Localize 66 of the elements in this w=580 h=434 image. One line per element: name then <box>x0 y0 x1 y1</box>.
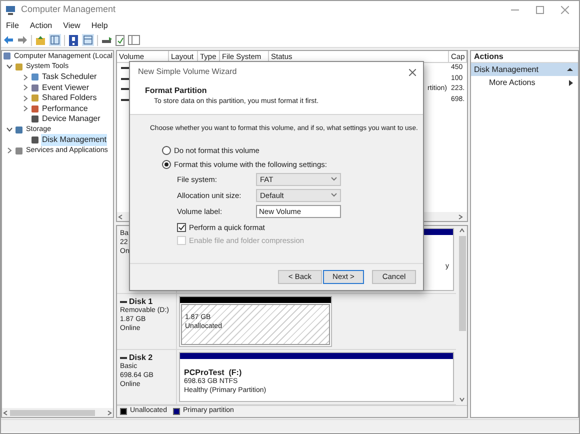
chevron-right-icon[interactable] <box>22 94 29 102</box>
collapse-icon[interactable] <box>567 67 573 72</box>
app-icon <box>5 4 16 16</box>
node-icon <box>3 52 11 60</box>
scrollbar-thumb[interactable] <box>458 236 466 331</box>
window-title: Computer Management <box>21 3 116 16</box>
tree-item[interactable]: Performance <box>41 102 89 115</box>
scroll-right-icon[interactable] <box>457 214 463 220</box>
scroll-right-icon[interactable] <box>106 410 112 416</box>
horizontal-scrollbar[interactable] <box>2 408 113 417</box>
menu-item[interactable]: View <box>63 20 80 32</box>
tree-item[interactable]: Event Viewer <box>41 82 90 94</box>
scroll-left-icon[interactable] <box>3 410 9 416</box>
scroll-down-icon[interactable] <box>459 396 465 402</box>
node-icon <box>31 94 39 102</box>
chevron-down-icon <box>331 177 337 182</box>
chevron-down-icon[interactable] <box>6 63 13 70</box>
chevron-right-icon[interactable] <box>22 105 29 112</box>
node-icon <box>15 126 23 134</box>
console-tree-icon[interactable] <box>49 34 61 46</box>
partition-name: PCProTest (F:) <box>184 368 243 377</box>
node-icon <box>31 73 39 82</box>
close-icon[interactable] <box>409 68 416 76</box>
disk-name: Disk 2 <box>129 353 153 362</box>
radio-button[interactable] <box>162 146 171 155</box>
node-icon <box>15 62 23 71</box>
checkbox[interactable] <box>177 223 186 232</box>
drive-icon[interactable] <box>101 35 112 45</box>
scrollbar-thumb[interactable] <box>10 410 95 416</box>
tree-item[interactable]: Task Scheduler <box>41 71 98 84</box>
node-icon <box>31 84 39 92</box>
menu-item[interactable]: Action <box>30 20 52 32</box>
scroll-left-icon[interactable] <box>118 214 124 220</box>
chevron-right-icon[interactable] <box>6 147 13 154</box>
maximize-icon[interactable] <box>536 6 544 14</box>
submenu-arrow-icon[interactable] <box>569 80 573 86</box>
dialog-title: New Simple Volume Wizard <box>138 66 237 78</box>
action-pane-icon[interactable] <box>82 34 94 46</box>
node-icon <box>15 146 23 155</box>
chevron-right-icon[interactable] <box>22 74 29 81</box>
dialog-heading: Format Partition <box>144 85 208 97</box>
chevron-right-icon[interactable] <box>22 84 29 92</box>
checklist-icon[interactable] <box>115 34 125 46</box>
window-pane-icon[interactable] <box>128 35 140 45</box>
node-icon <box>31 115 39 124</box>
chevron-down-icon <box>331 193 337 198</box>
menu-item[interactable]: Help <box>91 20 108 32</box>
forward-arrow-icon[interactable] <box>17 35 28 45</box>
tree-item[interactable]: Disk Management <box>41 134 108 146</box>
menu-item[interactable]: File <box>6 20 19 32</box>
action-section-label: Disk Management <box>474 64 538 76</box>
action-link[interactable]: More Actions <box>489 76 536 88</box>
tree-item[interactable]: Shared Folders <box>41 92 98 104</box>
radio-button[interactable] <box>162 160 171 169</box>
node-icon <box>31 136 39 144</box>
vertical-scrollbar[interactable] <box>457 226 467 404</box>
tree-item[interactable]: Device Manager <box>41 113 102 126</box>
disk-name: Disk 1 <box>129 297 153 306</box>
scroll-up-icon[interactable] <box>459 228 465 234</box>
chevron-down-icon[interactable] <box>6 126 13 134</box>
folder-up-icon[interactable] <box>35 34 46 46</box>
help-icon[interactable] <box>68 34 79 46</box>
action-section[interactable]: Disk Management <box>471 63 578 76</box>
node-icon <box>31 104 39 113</box>
close-icon[interactable] <box>561 6 569 14</box>
back-arrow-icon[interactable] <box>3 35 14 45</box>
